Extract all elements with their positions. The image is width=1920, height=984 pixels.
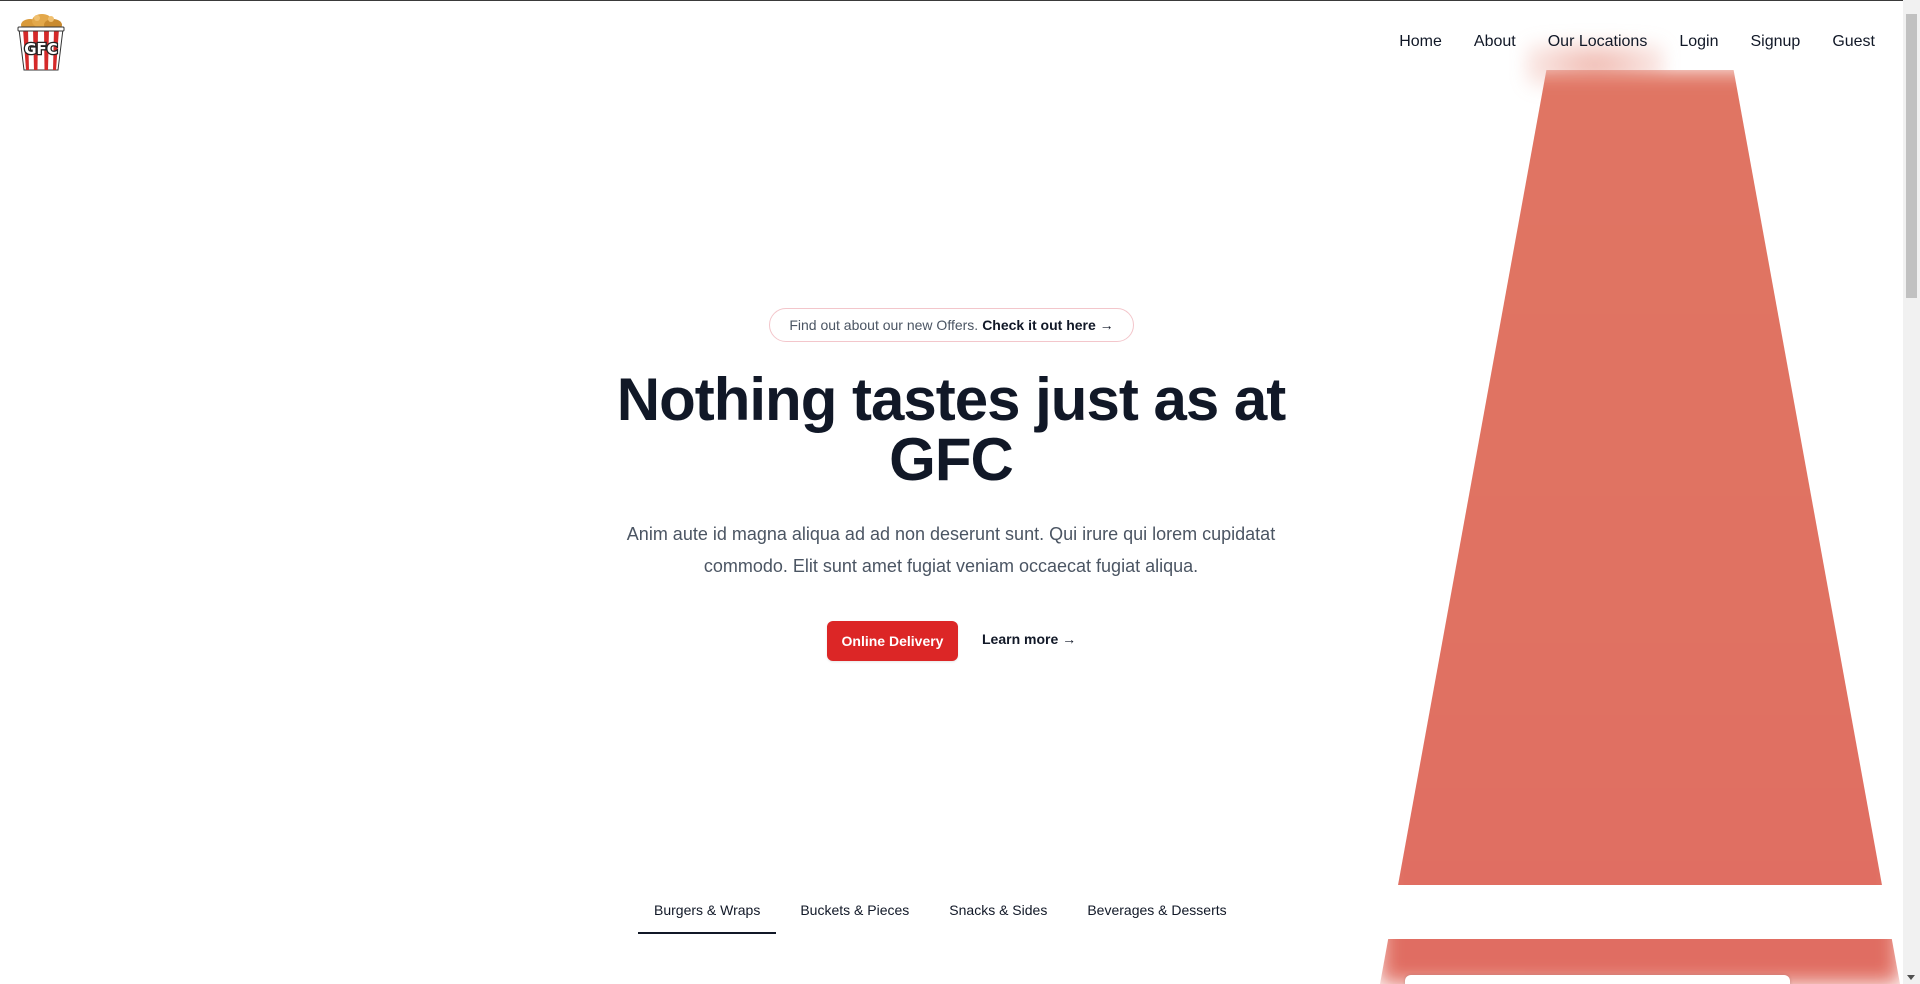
page-scrollbar[interactable] [1903,0,1920,984]
main-nav: Home About Our Locations Login Signup Gu… [1399,33,1875,51]
offers-announcement[interactable]: Find out about our new Offers. Check it … [769,308,1134,342]
scroll-down-arrow-icon[interactable] [1907,975,1915,980]
hero-subtext: Anim aute id magna aliqua ad ad non dese… [626,524,1276,576]
offer-link[interactable]: Check it out here → [982,317,1113,333]
gfc-logo[interactable]: GFC [15,12,67,74]
online-delivery-button[interactable]: Online Delivery [827,621,958,661]
nav-signup[interactable]: Signup [1750,33,1800,51]
beam-divider-band [1365,885,1905,939]
nav-home[interactable]: Home [1399,33,1442,51]
tab-beverages-desserts[interactable]: Beverages & Desserts [1071,890,1242,934]
tab-snacks-sides[interactable]: Snacks & Sides [933,890,1063,934]
partial-product-card [1405,975,1790,984]
hero-headline: Nothing tastes just as at GFC [616,366,1286,493]
chicken-bucket-icon: GFC [17,14,65,71]
window-top-border [0,0,1920,1]
logo-text: GFC [24,40,58,58]
tab-burgers-wraps[interactable]: Burgers & Wraps [638,890,777,934]
scrollbar-thumb[interactable] [1906,14,1917,298]
nav-about[interactable]: About [1474,33,1516,51]
tab-buckets-pieces[interactable]: Buckets & Pieces [784,890,925,934]
decorative-red-beam [1380,70,1900,984]
offer-text: Find out about our new Offers. [789,317,979,333]
nav-our-locations[interactable]: Our Locations [1548,33,1648,51]
learn-more-link[interactable]: Learn more → [982,631,1076,647]
menu-category-tabs: Burgers & Wraps Buckets & Pieces Snacks … [638,890,1251,934]
nav-login[interactable]: Login [1679,33,1718,51]
nav-guest[interactable]: Guest [1832,33,1875,51]
